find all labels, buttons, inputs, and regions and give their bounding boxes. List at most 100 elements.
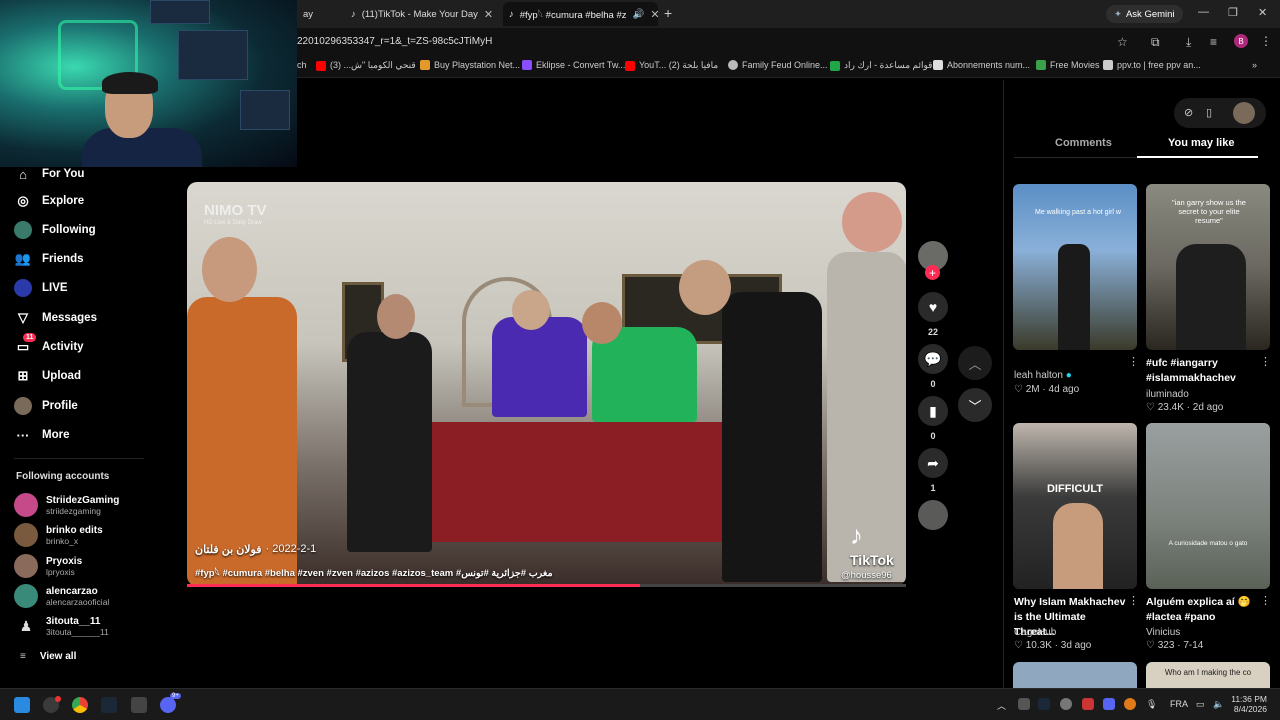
- tray-app-icon[interactable]: [1124, 698, 1136, 710]
- following-account[interactable]: Pryoxis lpryoxis: [14, 554, 82, 578]
- video-card-thumbnail[interactable]: [1013, 662, 1137, 688]
- browser-tab-active[interactable]: ♪ #fyp𓆩 #cumura #belha #z 🔊 ✕: [503, 2, 658, 26]
- compass-icon[interactable]: ⊘: [1184, 106, 1193, 119]
- bookmark-item[interactable]: قنحي الكومبا "ش... (3): [316, 60, 416, 71]
- chrome-icon[interactable]: [72, 697, 88, 713]
- follow-plus-icon[interactable]: +: [925, 265, 940, 280]
- tray-app-icon[interactable]: [1018, 698, 1030, 710]
- sidebar-item-upload[interactable]: ⊞ Upload: [14, 367, 81, 385]
- discord-icon[interactable]: [160, 697, 176, 713]
- next-video-button[interactable]: ﹀: [958, 388, 992, 422]
- bookmark-item[interactable]: ppv.to | free ppv an...: [1103, 60, 1201, 70]
- card-author[interactable]: Vinicius: [1146, 627, 1180, 638]
- card-author[interactable]: iluminado: [1146, 389, 1189, 400]
- tray-chevron-icon[interactable]: ︿: [997, 699, 1006, 712]
- card-author[interactable]: leah halton ●: [1014, 370, 1072, 381]
- tray-mic-icon[interactable]: [1082, 698, 1094, 710]
- close-window-icon[interactable]: ✕: [1258, 6, 1267, 19]
- video-caption[interactable]: #fyp𓆩 #cumura #belha #zven #zven #azizos…: [195, 564, 553, 580]
- card-more-icon[interactable]: ⋮: [1260, 594, 1271, 607]
- video-card-thumbnail[interactable]: DIFFICULT: [1013, 423, 1137, 589]
- card-title[interactable]: Alguém explica aí 🤭 #lactea #pano: [1146, 595, 1261, 625]
- user-avatar[interactable]: [1233, 102, 1255, 124]
- media-control-icon[interactable]: ≡: [1210, 35, 1217, 49]
- profile-avatar[interactable]: B: [1234, 34, 1248, 48]
- sidebar-item-following[interactable]: Following: [14, 221, 96, 239]
- video-author[interactable]: فولان بن فلتان: [195, 543, 262, 556]
- view-all-link[interactable]: ≡ View all: [20, 651, 76, 662]
- wall-frame: [240, 90, 290, 130]
- restore-icon[interactable]: ❐: [1228, 6, 1238, 19]
- volume-icon[interactable]: 🔈: [1213, 699, 1224, 710]
- card-more-icon[interactable]: ⋮: [1260, 355, 1271, 368]
- sidebar-item-activity[interactable]: ▭ 11 Activity: [14, 333, 84, 356]
- more-bookmarks-icon[interactable]: »: [1252, 60, 1257, 70]
- sidebar-item-more[interactable]: ··· More: [14, 426, 70, 444]
- windows-start-icon[interactable]: [14, 697, 30, 713]
- new-tab-button[interactable]: +: [664, 5, 672, 21]
- bookmark-item[interactable]: YouT... مافيا بلحة (2): [625, 60, 718, 71]
- minimize-icon[interactable]: —: [1198, 6, 1209, 18]
- sidebar-item-profile[interactable]: Profile: [14, 397, 78, 415]
- bookmark-item[interactable]: Abonnements num...: [933, 60, 1030, 70]
- comment-button[interactable]: 💬: [918, 344, 948, 374]
- close-tab-icon[interactable]: ✕: [484, 8, 493, 21]
- video-player[interactable]: NIMO TV HD Live & Daily Draw ♪ TikTok @h…: [187, 182, 906, 586]
- phone-icon[interactable]: ▯: [1206, 106, 1212, 119]
- ask-gemini-button[interactable]: ✦ Ask Gemini: [1106, 5, 1183, 23]
- tray-steam-icon[interactable]: [1038, 698, 1050, 710]
- thumbnail-caption: A curiosidade matou o gato: [1168, 540, 1248, 547]
- video-card-thumbnail[interactable]: "ian garry show us the secret to your el…: [1146, 184, 1270, 350]
- url-field[interactable]: 22010296353347_r=1&_t=ZS-98c5cJTiMyH: [297, 36, 492, 47]
- tray-microphone-icon[interactable]: 🎙: [1146, 699, 1157, 710]
- download-icon[interactable]: ⤓: [1186, 35, 1191, 50]
- music-disc-avatar[interactable]: [918, 500, 948, 530]
- card-title[interactable]: #ufc #iangarry #islammakhachev: [1146, 356, 1261, 386]
- video-progress-bar[interactable]: [187, 584, 906, 587]
- card-author[interactable]: CageHub: [1014, 627, 1056, 638]
- tray-discord-icon[interactable]: [1103, 698, 1115, 710]
- following-account[interactable]: brinko edits brinko_x: [14, 523, 103, 547]
- like-button[interactable]: ♥: [918, 292, 948, 322]
- card-more-icon[interactable]: ⋮: [1128, 355, 1139, 368]
- bookmark-item[interactable]: Buy Playstation Net...: [420, 60, 520, 70]
- following-account[interactable]: ♟ 3itouta__11 3itouta______11: [14, 614, 109, 638]
- sidebar-item-explore[interactable]: ◎ Explore: [14, 192, 84, 210]
- clock[interactable]: 11:36 PM 8/4/2026: [1231, 694, 1267, 714]
- card-more-icon[interactable]: ⋮: [1128, 594, 1139, 607]
- sidebar-item-live[interactable]: LIVE: [14, 279, 68, 297]
- video-card-thumbnail[interactable]: Me walking past a hot girl w: [1013, 184, 1137, 350]
- previous-video-button[interactable]: ︿: [958, 346, 992, 380]
- person-head: [202, 237, 257, 302]
- browser-tab[interactable]: ay: [297, 2, 337, 26]
- sidebar-item-messages[interactable]: ▽ Messages: [14, 309, 97, 327]
- bookmark-item[interactable]: ch: [297, 60, 307, 70]
- app-grid-icon[interactable]: [131, 697, 147, 713]
- tab-comments[interactable]: Comments: [1055, 137, 1112, 149]
- bookmark-item[interactable]: Free Movies: [1036, 60, 1100, 70]
- sidebar-item-for-you[interactable]: ⌂ For You: [14, 165, 84, 183]
- video-card-thumbnail[interactable]: Who am I making the co: [1146, 662, 1270, 688]
- close-tab-icon[interactable]: ✕: [650, 8, 658, 21]
- kebab-menu-icon[interactable]: ⋮: [1260, 34, 1272, 48]
- following-account[interactable]: alencarzao alencarzaooficial: [14, 584, 109, 608]
- bookmark-star-icon[interactable]: ☆: [1117, 35, 1128, 49]
- sidebar-item-friends[interactable]: 👥 Friends: [14, 250, 84, 268]
- share-button[interactable]: ➦: [918, 448, 948, 478]
- tray-app-icon[interactable]: [1060, 698, 1072, 710]
- steam-icon[interactable]: [101, 697, 117, 713]
- tab-you-may-like[interactable]: You may like: [1168, 137, 1234, 149]
- extensions-icon[interactable]: ⧉: [1151, 35, 1160, 50]
- following-account[interactable]: StriidezGaming striidezgaming: [14, 493, 119, 517]
- video-card-thumbnail[interactable]: A curiosidade matou o gato: [1146, 423, 1270, 589]
- network-icon[interactable]: ▭: [1196, 699, 1205, 710]
- bookmark-item[interactable]: قوائم مساعدة - ارك راد...: [830, 60, 940, 71]
- tiktok-favicon-icon: ♪: [351, 8, 356, 20]
- bookmark-item[interactable]: Family Feud Online...: [728, 60, 828, 70]
- bookmark-item[interactable]: Eklipse - Convert Tw...: [522, 60, 625, 70]
- browser-tab-tiktok[interactable]: ♪ (11)TikTok - Make Your Day ✕: [345, 2, 495, 26]
- speaker-icon[interactable]: 🔊: [633, 9, 645, 20]
- save-button[interactable]: ▮: [918, 396, 948, 426]
- language-indicator[interactable]: FRA: [1170, 699, 1188, 709]
- video-date: · 2022-2-1: [265, 543, 317, 555]
